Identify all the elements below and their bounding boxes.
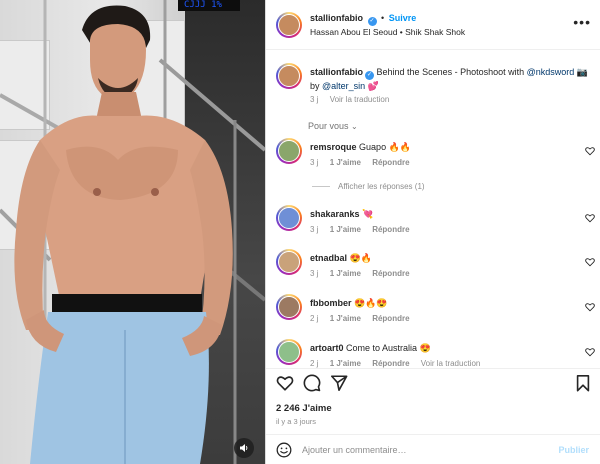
comments-list[interactable]: stallionfabio ✓ Behind the Scenes - Photo… — [266, 50, 600, 368]
heart-icon[interactable] — [276, 374, 294, 392]
post-actions: 2 246 J'aime il y a 3 jours — [266, 368, 600, 434]
reply-button[interactable]: Répondre — [372, 225, 409, 234]
reply-button[interactable]: Répondre — [372, 314, 409, 323]
post-media[interactable]: CJJJ 1% — [0, 0, 265, 464]
comment-avatar[interactable] — [276, 294, 302, 320]
comment-input[interactable]: Ajouter un commentaire… — [302, 445, 407, 455]
comment-text: remsroque Guapo 🔥🔥 — [310, 142, 411, 152]
comment-icon[interactable] — [303, 374, 321, 392]
comment-meta: 3 j 1 J'aime Répondre — [310, 225, 410, 234]
mention-link[interactable]: @nkdsword — [527, 67, 575, 77]
comment-meta: 2 j 1 J'aime Répondre Voir la traduction — [310, 359, 481, 368]
comment-meta: 2 j 1 J'aime Répondre — [310, 314, 410, 323]
comment-text: fbbomber 😍🔥😍 — [310, 298, 388, 308]
reply-button[interactable]: Répondre — [372, 269, 409, 278]
caption-time: 3 j — [310, 95, 319, 104]
comment-sort-dropdown[interactable]: Pour vous ⌄ — [308, 121, 358, 131]
author-avatar[interactable] — [276, 12, 302, 38]
chevron-down-icon: ⌄ — [351, 122, 358, 131]
heart-icon[interactable] — [585, 302, 595, 312]
translate-link[interactable]: Voir la traduction — [421, 359, 481, 368]
bookmark-icon[interactable] — [574, 374, 592, 392]
reply-button[interactable]: Répondre — [372, 359, 409, 368]
verified-icon: ✓ — [365, 71, 375, 80]
add-comment-bar: Ajouter un commentaire… Publier — [266, 434, 600, 464]
author-username[interactable]: stallionfabio — [310, 13, 363, 23]
speaker-icon — [240, 444, 248, 452]
comment-likes[interactable]: 1 J'aime — [330, 269, 361, 278]
comment-likes[interactable]: 1 J'aime — [330, 359, 361, 368]
comment-likes[interactable]: 1 J'aime — [330, 225, 361, 234]
comment-likes[interactable]: 1 J'aime — [330, 158, 361, 167]
emoji-icon[interactable] — [276, 442, 292, 458]
heart-icon[interactable] — [585, 146, 595, 156]
heart-icon[interactable] — [585, 213, 595, 223]
separator-dot: • — [381, 13, 385, 23]
comment-avatar[interactable] — [276, 339, 302, 365]
comment-meta: 3 j 1 J'aime Répondre — [310, 158, 410, 167]
person-photo — [0, 0, 265, 464]
post-details-panel: stallionfabio ✓ • Suivre Hassan Abou El … — [265, 0, 600, 464]
comment-meta: 3 j 1 J'aime Répondre — [310, 269, 410, 278]
post-timestamp[interactable]: il y a 3 jours — [276, 417, 316, 426]
heart-icon[interactable] — [585, 257, 595, 267]
heart-icon[interactable] — [585, 347, 595, 357]
audio-track[interactable]: Hassan Abou El Seoud • Shik Shak Shok — [310, 27, 465, 37]
comment-likes[interactable]: 1 J'aime — [330, 314, 361, 323]
comment-avatar[interactable] — [276, 138, 302, 164]
caption-text: stallionfabio ✓ Behind the Scenes - Photo… — [310, 67, 589, 91]
more-icon[interactable]: ••• — [573, 14, 591, 30]
reply-button[interactable]: Répondre — [372, 158, 409, 167]
follow-button[interactable]: Suivre — [389, 13, 417, 23]
divider — [312, 186, 330, 188]
post-header: stallionfabio ✓ • Suivre Hassan Abou El … — [266, 0, 600, 50]
caption-avatar[interactable] — [276, 63, 302, 89]
mention-link[interactable]: @alter_sin — [322, 81, 365, 91]
view-replies-button[interactable]: Afficher les réponses (1) — [312, 182, 425, 191]
comment-text: artoart0 Come to Australia 😍 — [310, 343, 431, 353]
verified-icon: ✓ — [367, 17, 377, 26]
comment-text: etnadbal 😍🔥 — [310, 253, 372, 263]
comment-text: shakaranks 💘 — [310, 209, 374, 219]
comment-avatar[interactable] — [276, 249, 302, 275]
sound-toggle-button[interactable] — [234, 438, 254, 458]
share-icon[interactable] — [330, 374, 348, 392]
caption-username[interactable]: stallionfabio — [310, 67, 363, 77]
likes-count[interactable]: 2 246 J'aime — [276, 403, 332, 414]
caption-meta: 3 j Voir la traduction — [310, 95, 398, 104]
publish-button[interactable]: Publier — [558, 445, 589, 455]
translate-link[interactable]: Voir la traduction — [330, 95, 390, 104]
comment-avatar[interactable] — [276, 205, 302, 231]
